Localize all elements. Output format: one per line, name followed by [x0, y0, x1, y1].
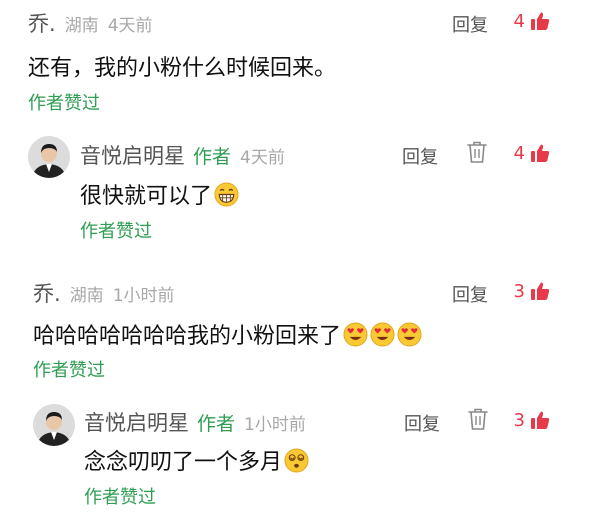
reply-meta: 音悦启明星 作者 4天前: [80, 140, 285, 170]
avatar-portrait-icon: [33, 404, 75, 446]
like-count: 4: [513, 11, 525, 32]
timestamp: 4天前: [240, 148, 285, 168]
reply-meta: 音悦启明星 作者 1小时前: [84, 407, 306, 437]
location: 湖南: [69, 286, 104, 306]
reply-button[interactable]: 回复: [452, 281, 488, 307]
timestamp: 1小时前: [244, 415, 306, 435]
author-liked-badge: 作者赞过: [84, 487, 156, 508]
timestamp: 4天前: [107, 16, 153, 36]
comment-meta: 乔. 湖南 1小时前: [33, 278, 175, 308]
author-badge: 作者: [197, 413, 236, 435]
comment-text: 哈哈哈哈哈哈哈我的小粉回来了: [33, 324, 342, 349]
like-count: 3: [513, 410, 525, 431]
comment-thread: 乔. 湖南 4天前 回复 4 还有，我的小粉什么时候回来。 作者赞过 音悦启明星…: [0, 0, 600, 516]
author-badge: 作者: [193, 146, 232, 168]
author-liked-badge: 作者赞过: [80, 221, 152, 242]
author-liked-badge: 作者赞过: [28, 93, 100, 114]
comment-text-row: 哈哈哈哈哈哈哈我的小粉回来了: [33, 318, 422, 350]
dizzy-face-icon: [284, 447, 309, 473]
avatar[interactable]: [28, 136, 70, 178]
location: 湖南: [64, 16, 99, 36]
reply-button[interactable]: 回复: [402, 143, 438, 169]
username[interactable]: 乔.: [28, 8, 56, 38]
reply-text: 念念叨叨了一个多月: [84, 450, 283, 475]
heart-eyes-face-icon: [343, 321, 368, 347]
reply-text: 很快就可以了: [80, 184, 213, 209]
comment-text: 还有，我的小粉什么时候回来。: [28, 56, 337, 81]
avatar-portrait-icon: [28, 136, 70, 178]
reply-text-row: 很快就可以了: [80, 178, 239, 210]
heart-eyes-face-icon: [370, 321, 395, 347]
timestamp: 1小时前: [112, 286, 175, 306]
grinning-face-icon: [214, 181, 239, 207]
thumbs-up-icon[interactable]: [530, 143, 550, 163]
author-liked-badge: 作者赞过: [33, 360, 105, 381]
reply-button[interactable]: 回复: [452, 11, 488, 37]
heart-eyes-face-icon: [397, 321, 422, 347]
like-count: 3: [513, 281, 525, 302]
trash-icon[interactable]: [467, 407, 489, 431]
username[interactable]: 音悦启明星: [80, 140, 185, 170]
username[interactable]: 音悦启明星: [84, 407, 189, 437]
thumbs-up-icon[interactable]: [530, 11, 550, 31]
like-count: 4: [513, 143, 525, 164]
avatar[interactable]: [33, 404, 75, 446]
reply-text-row: 念念叨叨了一个多月: [84, 444, 309, 476]
username[interactable]: 乔.: [33, 278, 61, 308]
reply-button[interactable]: 回复: [404, 410, 440, 436]
thumbs-up-icon[interactable]: [530, 281, 550, 301]
trash-icon[interactable]: [466, 140, 488, 164]
thumbs-up-icon[interactable]: [530, 410, 550, 430]
comment-meta: 乔. 湖南 4天前: [28, 8, 153, 38]
